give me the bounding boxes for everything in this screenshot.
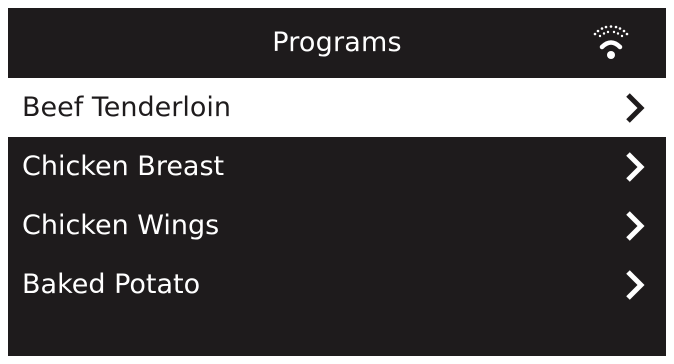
page-title: Programs xyxy=(272,27,402,58)
display-panel: Programs Beef Tenderloin Chicken Breast … xyxy=(8,8,666,356)
header-bar: Programs xyxy=(8,8,666,78)
program-item-baked-potato[interactable]: Baked Potato xyxy=(8,255,666,314)
program-item-chicken-wings[interactable]: Chicken Wings xyxy=(8,196,666,255)
chevron-right-icon xyxy=(626,211,645,241)
device-screen: Programs Beef Tenderloin Chicken Breast … xyxy=(0,0,674,364)
program-item-label: Baked Potato xyxy=(22,269,201,300)
program-item-label: Beef Tenderloin xyxy=(22,92,231,123)
program-item-chicken-breast[interactable]: Chicken Breast xyxy=(8,137,666,196)
program-item-beef-tenderloin[interactable]: Beef Tenderloin xyxy=(8,78,666,137)
program-item-label: Chicken Breast xyxy=(22,151,225,182)
wifi-icon[interactable] xyxy=(588,22,634,62)
chevron-right-icon xyxy=(626,152,645,182)
chevron-right-icon xyxy=(626,93,645,123)
chevron-right-icon xyxy=(626,270,645,300)
program-item-label: Chicken Wings xyxy=(22,210,220,241)
